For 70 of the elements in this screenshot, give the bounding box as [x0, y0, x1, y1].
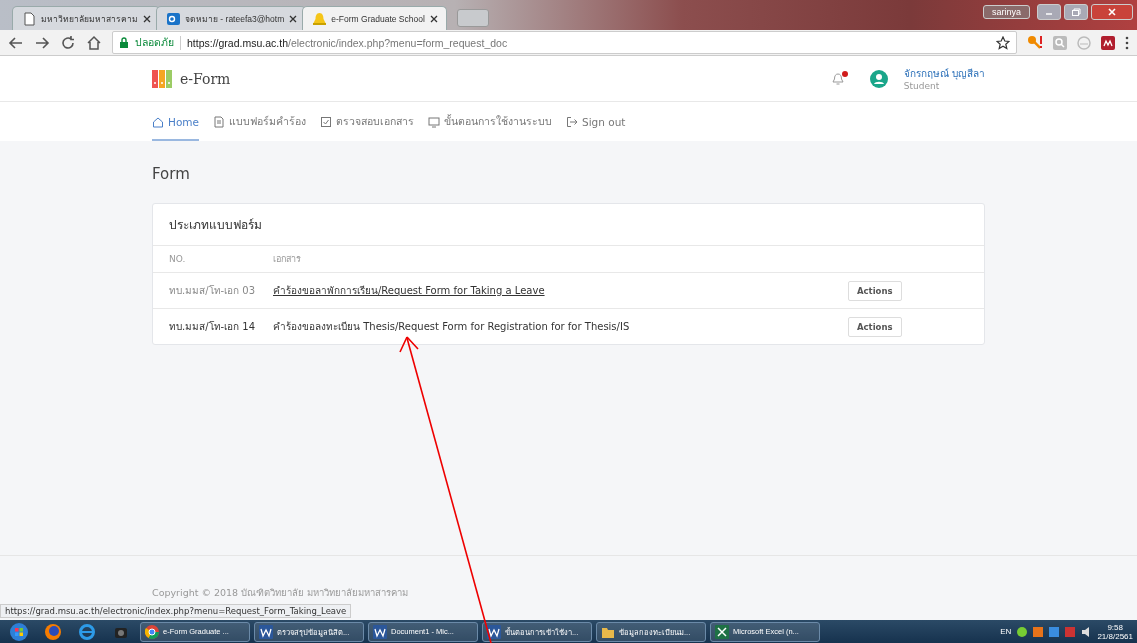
user-badge: sarinya — [983, 5, 1030, 19]
close-button[interactable] — [1091, 4, 1133, 20]
tray-icon[interactable] — [1017, 626, 1028, 637]
url-text: https://grad.msu.ac.th/electronic/index.php?menu=form_request_doc — [187, 36, 508, 49]
extension-icon[interactable] — [1101, 35, 1115, 50]
mail-icon — [167, 11, 180, 26]
clock[interactable]: 9:58 21/8/2561 — [1097, 622, 1133, 641]
monitor-icon — [428, 115, 440, 128]
minimize-button[interactable] — [1037, 4, 1061, 20]
back-icon[interactable] — [8, 34, 24, 51]
checkbox-icon — [320, 115, 332, 128]
page-title: Form — [152, 165, 191, 183]
card-title: ประเภทแบบฟอร์ม — [153, 204, 984, 246]
excel-icon — [715, 624, 729, 639]
key-icon[interactable] — [1027, 34, 1043, 51]
user-role: Student — [903, 81, 941, 91]
tray-icon[interactable] — [1033, 626, 1044, 637]
word-icon — [373, 624, 387, 639]
start-button-icon[interactable] — [10, 622, 28, 641]
forward-icon[interactable] — [34, 34, 50, 51]
home-icon[interactable] — [86, 34, 102, 51]
close-icon[interactable] — [429, 14, 438, 23]
table-cell-text: ทบ.มมส/โท-เอก 03 — [169, 284, 257, 298]
firefox-icon[interactable] — [44, 622, 62, 641]
column-header: NO. — [169, 254, 187, 264]
copyright-text: Copyright © 2018 บัณฑิตวิทยาลัย มหาวิทยาลัยมหาสารคาม — [152, 586, 409, 600]
browser-icon[interactable] — [78, 622, 96, 641]
menu-icon[interactable] — [1125, 35, 1129, 50]
close-icon[interactable] — [289, 14, 298, 23]
logo-icon — [152, 69, 172, 88]
tray-icon[interactable] — [1049, 626, 1060, 637]
user-name[interactable]: จักรกฤษณ์ บุญสีลา — [903, 66, 985, 81]
avatar-icon — [869, 69, 888, 88]
actions-button[interactable]: Actions — [848, 316, 902, 337]
star-icon[interactable] — [996, 35, 1010, 50]
close-icon[interactable] — [143, 14, 151, 23]
document-link[interactable]: คำร้องขอลงทะเบียน Thesis/Request Form for Registration for for Thesis/IS — [273, 319, 848, 334]
close-icon — [1107, 8, 1117, 16]
browser-tab[interactable]: e-Form Graduate School — [302, 6, 447, 30]
chrome-icon — [145, 624, 159, 639]
document-icon — [213, 115, 225, 128]
nav-link[interactable]: แบบฟอร์มคำร้อง — [213, 102, 306, 141]
reload-icon[interactable] — [60, 34, 76, 51]
secure-label: ปลอดภัย — [135, 35, 174, 50]
actions-button[interactable]: Actions — [848, 280, 902, 301]
bell-icon — [831, 72, 844, 85]
nav-link[interactable]: ตรวจสอบเอกสาร — [320, 102, 414, 141]
address-bar[interactable]: ปลอดภัย https://grad.msu.ac.th/electronic/index.php?menu=form_request_doc — [112, 31, 1017, 54]
column-header: เอกสาร — [273, 253, 302, 266]
lock-icon — [119, 36, 129, 49]
nav-link[interactable]: Sign out — [566, 102, 626, 141]
tab-title: จดหมาย - rateefa3@hotm — [185, 12, 285, 26]
status-url: https://grad.msu.ac.th/electronic/index.php?menu=Request_Form_Taking_Leave — [0, 604, 352, 618]
volume-icon[interactable] — [1081, 626, 1092, 637]
word-icon — [487, 624, 501, 639]
maximize-icon — [1071, 8, 1081, 16]
nav-link[interactable]: ขั้นตอนการใช้งานระบบ — [428, 102, 552, 141]
word-icon — [259, 624, 273, 639]
language-indicator[interactable]: EN — [1000, 627, 1012, 636]
tab-title: e-Form Graduate School — [331, 13, 425, 24]
maximize-button[interactable] — [1064, 4, 1088, 20]
nav-link[interactable]: Home — [152, 102, 199, 141]
sign-out-icon — [566, 115, 578, 128]
home-icon — [152, 115, 164, 128]
document-link[interactable]: คำร้องขอลาพักการเรียน/Request Form for Taking a Leave — [273, 283, 848, 298]
tab-title: มหาวิทยาลัยมหาสารคาม — [41, 12, 138, 26]
bell-icon — [313, 11, 327, 26]
table-cell-text: ทบ.มมส/โท-เอก 14 — [169, 320, 257, 334]
app-logo-text: e-Form — [180, 70, 231, 87]
page-icon — [23, 11, 36, 26]
